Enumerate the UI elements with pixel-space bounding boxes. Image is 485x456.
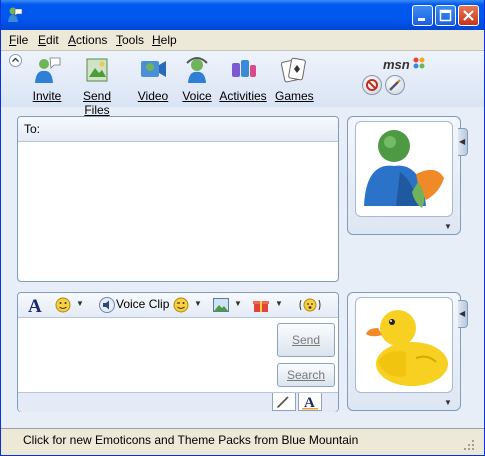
toolbar: Invite Send Files Video Voice Activities… xyxy=(1,51,484,117)
close-button[interactable] xyxy=(458,5,479,26)
msn-logo: msn xyxy=(383,57,425,72)
background-dropdown-icon[interactable]: ▼ xyxy=(234,299,242,308)
activities-button[interactable]: Activities xyxy=(219,55,267,103)
formatting-bar: A ▼ Voice Clip ▼ ▼ ▼ xyxy=(18,293,338,318)
invite-icon xyxy=(35,57,61,83)
send-button[interactable]: Send xyxy=(277,323,335,357)
menu-help[interactable]: Help xyxy=(152,33,177,47)
rubber-duck-icon xyxy=(366,310,448,386)
conversation-history-panel[interactable]: To: xyxy=(17,116,339,282)
title-bar[interactable] xyxy=(1,0,484,30)
menu-file[interactable]: File xyxy=(9,33,28,47)
emoticon-icon[interactable] xyxy=(54,296,72,314)
svg-text:A: A xyxy=(304,395,315,410)
speaker-icon[interactable] xyxy=(98,296,116,314)
menu-edit[interactable]: Edit xyxy=(38,33,59,47)
collapse-toolbar-button[interactable] xyxy=(9,54,22,67)
gift-icon[interactable] xyxy=(252,296,270,314)
my-avatar[interactable] xyxy=(355,297,453,393)
font-icon[interactable]: A xyxy=(26,296,46,314)
msn-buddy-icon xyxy=(364,130,444,208)
block-icon xyxy=(366,79,378,91)
search-button[interactable]: Search xyxy=(277,363,335,387)
chevron-up-icon xyxy=(12,57,19,62)
maximize-icon xyxy=(439,9,452,22)
to-bar: To: xyxy=(18,117,338,142)
svg-text:A: A xyxy=(28,296,42,314)
compose-mode-tabs: A xyxy=(18,392,338,412)
wink-dropdown-icon[interactable]: ▼ xyxy=(194,299,202,308)
contact-panel-toggle[interactable]: ◀ xyxy=(458,128,468,156)
handwriting-tab[interactable] xyxy=(272,393,296,411)
wink-icon[interactable] xyxy=(172,296,190,314)
video-button[interactable]: Video xyxy=(137,55,169,103)
emoticon-dropdown-icon[interactable]: ▼ xyxy=(76,299,84,308)
menu-bar: File Edit Actions Tools Help xyxy=(1,30,484,51)
paintbrush-icon xyxy=(389,79,401,91)
block-button[interactable] xyxy=(362,75,382,95)
chevron-left-icon: ◀ xyxy=(459,137,466,146)
text-icon: A xyxy=(302,395,318,411)
contact-avatar[interactable] xyxy=(355,121,453,217)
text-tab[interactable]: A xyxy=(298,393,322,411)
status-bar: Click for new Emoticons and Theme Packs … xyxy=(1,428,484,455)
video-icon xyxy=(141,61,166,77)
msn-logo-text: msn xyxy=(383,57,410,72)
nudge-icon[interactable] xyxy=(298,296,322,314)
chevron-left-icon: ◀ xyxy=(459,309,466,318)
background-button[interactable] xyxy=(385,75,405,95)
voice-icon xyxy=(186,57,208,83)
message-input[interactable] xyxy=(20,319,276,391)
invite-button[interactable]: Invite xyxy=(29,55,65,103)
pen-icon xyxy=(277,396,289,408)
my-display-picture: ▼ xyxy=(347,292,461,411)
gift-dropdown-icon[interactable]: ▼ xyxy=(275,299,283,308)
minimize-button[interactable] xyxy=(412,5,433,26)
video-label: Video xyxy=(137,89,169,103)
to-label: To: xyxy=(24,122,41,136)
contact-display-picture: ▼ xyxy=(347,116,461,235)
activities-icon xyxy=(232,60,256,77)
status-promo-link[interactable]: Click for new Emoticons and Theme Packs … xyxy=(23,433,358,447)
send-files-label: Send Files xyxy=(82,89,112,117)
minimize-icon xyxy=(418,18,425,21)
voice-label: Voice xyxy=(182,89,212,103)
games-icon xyxy=(280,57,306,83)
voice-button[interactable]: Voice xyxy=(181,55,213,103)
resize-grip-icon[interactable] xyxy=(463,439,475,451)
butterfly-icon xyxy=(413,57,425,69)
self-panel-toggle[interactable]: ◀ xyxy=(458,300,468,328)
maximize-button[interactable] xyxy=(435,5,456,26)
my-avatar-dropdown-icon[interactable]: ▼ xyxy=(444,398,452,407)
messenger-app-icon[interactable] xyxy=(6,6,24,24)
voice-clip-button[interactable]: Voice Clip xyxy=(116,297,169,311)
games-label: Games xyxy=(275,89,314,103)
menu-tools[interactable]: Tools xyxy=(116,33,144,47)
send-files-button[interactable]: Send Files xyxy=(71,55,123,117)
activities-label: Activities xyxy=(219,89,267,103)
invite-label: Invite xyxy=(32,89,62,103)
send-files-icon xyxy=(86,58,108,82)
menu-actions[interactable]: Actions xyxy=(68,33,107,47)
games-button[interactable]: Games xyxy=(275,55,314,103)
compose-panel: A ▼ Voice Clip ▼ ▼ ▼ Send Search A xyxy=(17,292,339,412)
background-picture-icon[interactable] xyxy=(212,296,230,314)
conversation-window: File Edit Actions Tools Help Invite Send… xyxy=(0,0,485,456)
close-icon xyxy=(463,10,474,21)
contact-avatar-dropdown-icon[interactable]: ▼ xyxy=(444,222,452,231)
